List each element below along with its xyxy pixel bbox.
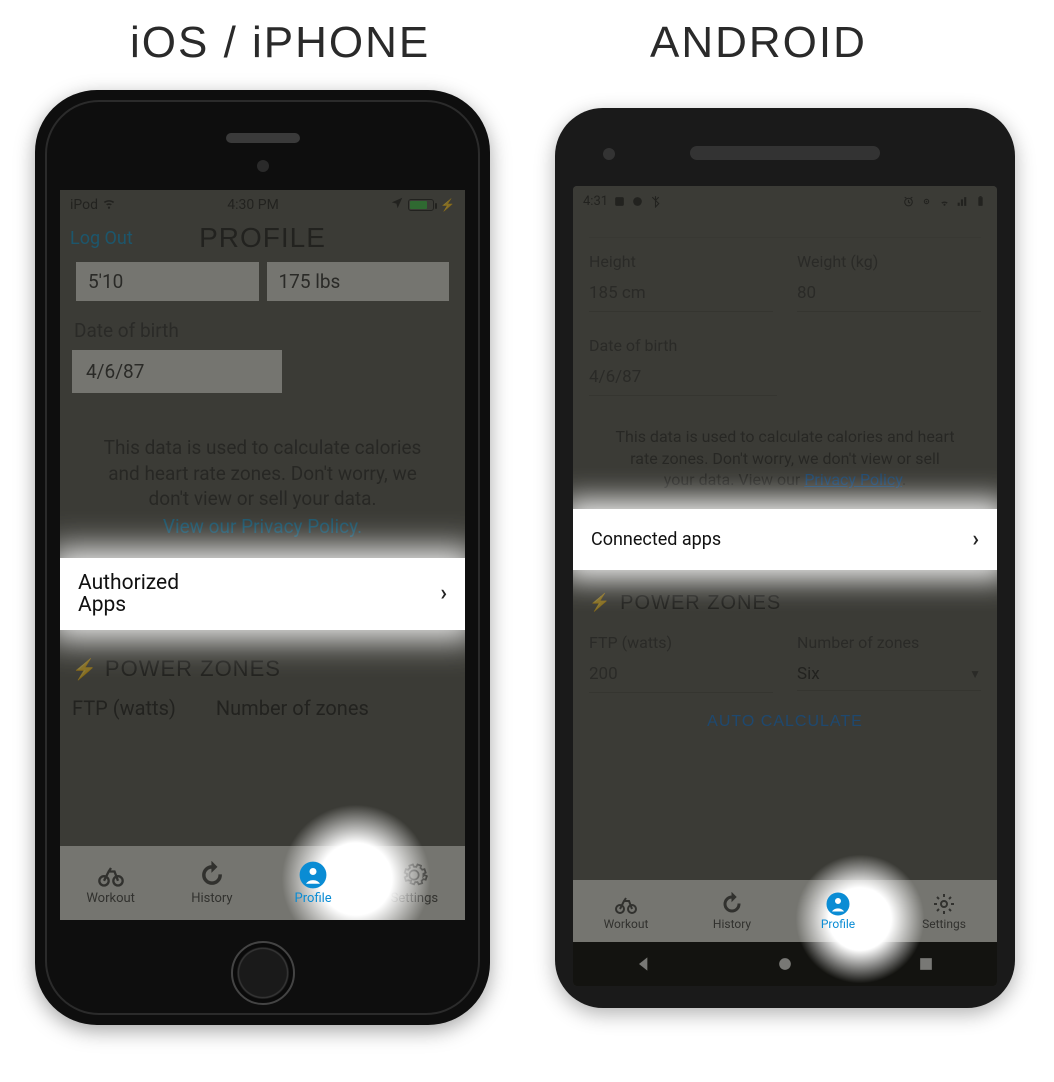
authorized-apps-label: Authorized Apps [78, 572, 179, 616]
alarm-icon [902, 195, 915, 208]
notification-icon [613, 195, 626, 208]
page-title: PROFILE [60, 222, 465, 254]
signal-icon [956, 195, 969, 208]
tab-settings[interactable]: Settings [364, 846, 465, 920]
camera-status-icon [631, 195, 644, 208]
ftp-label: FTP (watts) [72, 696, 176, 720]
android-speaker [690, 146, 880, 160]
weight-field[interactable]: 80 [797, 283, 981, 312]
platform-label-ios: iOS / iPHONE [130, 18, 430, 68]
bluetooth-icon [649, 195, 662, 208]
bike-icon [614, 892, 638, 916]
ios-screen: iPod 4:30 PM ⚡ Log Out PROFILE 5'10 [60, 190, 465, 920]
tab-settings[interactable]: Settings [891, 880, 997, 942]
back-button[interactable] [634, 954, 654, 974]
weight-field[interactable]: 175 lbs [267, 262, 450, 301]
location-icon [390, 196, 404, 214]
bike-icon [97, 861, 125, 889]
privacy-policy-link[interactable]: Privacy Policy [804, 470, 902, 489]
chevron-right-icon: › [972, 527, 979, 552]
platform-label-android: ANDROID [650, 18, 867, 68]
zones-label: Number of zones [216, 696, 369, 720]
ios-tab-bar: Workout History Profile Settings [60, 846, 465, 920]
privacy-disclaimer: This data is used to calculate calories … [593, 426, 977, 491]
height-field[interactable]: 185 cm [589, 283, 773, 312]
connected-apps-row[interactable]: Connected apps › [573, 509, 997, 570]
authorized-apps-row[interactable]: Authorized Apps › [60, 558, 465, 630]
tab-workout[interactable]: Workout [60, 846, 161, 920]
dob-field[interactable]: 4/6/87 [589, 367, 777, 396]
dob-label: Date of birth [589, 336, 981, 355]
battery-icon [408, 199, 434, 211]
ios-device-frame: iPod 4:30 PM ⚡ Log Out PROFILE 5'10 [35, 90, 490, 1025]
height-label: Height [589, 252, 773, 271]
android-tab-bar: Workout History Profile Settings [573, 880, 997, 942]
ios-clock: 4:30 PM [227, 197, 279, 213]
location-icon [920, 195, 933, 208]
bolt-icon: ⚡ [589, 593, 610, 613]
android-clock: 4:31 [583, 194, 608, 209]
tab-workout[interactable]: Workout [573, 880, 679, 942]
chevron-right-icon: › [440, 581, 447, 606]
profile-icon [826, 892, 850, 916]
ios-home-button[interactable] [231, 941, 295, 1005]
auto-calculate-button[interactable]: AUTO CALCULATE [589, 713, 981, 731]
dropdown-icon: ▼ [969, 667, 981, 681]
android-camera [603, 148, 615, 160]
history-icon [198, 861, 226, 889]
charging-icon: ⚡ [440, 198, 455, 212]
tab-profile[interactable]: Profile [263, 846, 364, 920]
home-button[interactable] [775, 954, 795, 974]
android-status-bar: 4:31 [573, 186, 997, 212]
ios-camera [257, 160, 269, 172]
ftp-field[interactable]: 200 [589, 664, 773, 693]
height-field[interactable]: 5'10 [76, 262, 259, 301]
connected-apps-label: Connected apps [591, 529, 721, 550]
android-nav-bar [573, 942, 997, 986]
dob-label: Date of birth [74, 319, 451, 342]
android-profile-content: Height 185 cm Weight (kg) 80 Date of bir… [573, 212, 997, 731]
gear-icon [400, 861, 428, 889]
android-screen: 4:31 Height 185 cm Weigh [573, 186, 997, 986]
battery-icon [974, 195, 987, 208]
bolt-icon: ⚡ [72, 657, 97, 681]
tab-profile[interactable]: Profile [785, 880, 891, 942]
android-device-frame: 4:31 Height 185 cm Weigh [555, 108, 1015, 1008]
ios-profile-content: 5'10 175 lbs Date of birth 4/6/87 This d… [60, 262, 465, 720]
tab-history[interactable]: History [679, 880, 785, 942]
weight-label: Weight (kg) [797, 252, 981, 271]
power-zones-heading: ⚡ POWER ZONES [72, 656, 453, 682]
power-zones-heading: ⚡ POWER ZONES [589, 592, 981, 615]
privacy-policy-link[interactable]: View our Privacy Policy. [82, 514, 443, 540]
ios-speaker [226, 133, 300, 143]
zones-dropdown[interactable]: Six ▼ [797, 664, 981, 691]
ios-nav-header: Log Out PROFILE [60, 216, 465, 262]
tab-history[interactable]: History [161, 846, 262, 920]
zones-label: Number of zones [797, 633, 981, 652]
ios-carrier-label: iPod [70, 197, 98, 213]
ios-status-bar: iPod 4:30 PM ⚡ [60, 190, 465, 216]
privacy-disclaimer: This data is used to calculate calories … [82, 435, 443, 540]
recent-button[interactable] [916, 954, 936, 974]
wifi-icon [938, 195, 951, 208]
gear-icon [932, 892, 956, 916]
ftp-label: FTP (watts) [589, 633, 773, 652]
wifi-icon [102, 196, 116, 214]
history-icon [720, 892, 744, 916]
dob-field[interactable]: 4/6/87 [72, 350, 282, 393]
profile-icon [299, 861, 327, 889]
